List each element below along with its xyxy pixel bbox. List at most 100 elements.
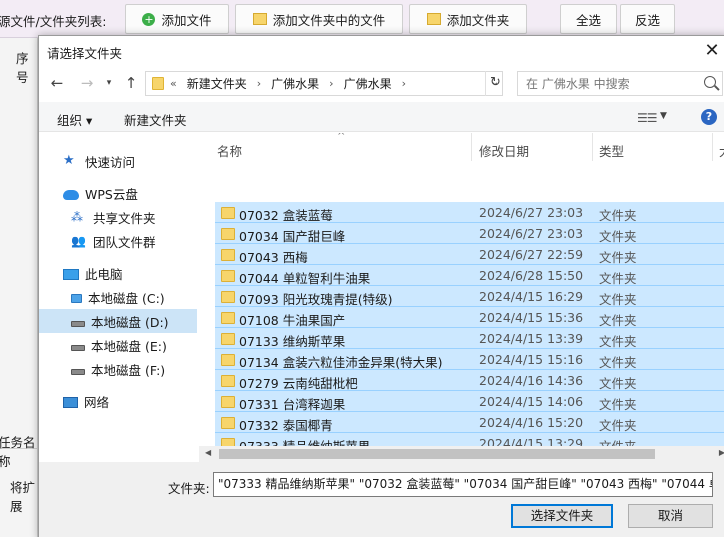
horizontal-scrollbar[interactable]: ◀ ▶ (199, 446, 724, 462)
scroll-left-icon[interactable]: ◀ (205, 448, 211, 457)
chevron-right-icon[interactable]: › (402, 77, 406, 90)
search-icon[interactable] (704, 76, 716, 88)
nav-drive-e[interactable]: 本地磁盘 (E:) (39, 333, 197, 357)
file-date: 2024/6/28 15:50 (479, 268, 584, 283)
bg-side-panel: 序号 任务名称 将扩展 (0, 38, 38, 537)
breadcrumb-item[interactable]: 广佛水果 (271, 75, 319, 92)
refresh-icon[interactable]: ↻ (485, 71, 505, 96)
add-file-button[interactable]: + 添加文件 (125, 4, 229, 34)
column-size[interactable]: 大 (719, 141, 724, 160)
select-folder-button[interactable]: 选择文件夹 (511, 504, 613, 528)
file-row[interactable]: 07134 盒装六粒佳沛金异果(特大果) 2024/4/15 15:16 文件夹 (215, 349, 724, 370)
column-divider[interactable] (471, 133, 472, 161)
pc-icon (63, 268, 79, 280)
column-type[interactable]: 类型 (599, 141, 624, 160)
file-date: 2024/6/27 23:03 (479, 226, 584, 241)
help-icon[interactable]: ? (701, 109, 717, 125)
seq-header: 序号 (16, 51, 29, 85)
search-input[interactable]: 在 广佛水果 中搜索 (517, 71, 723, 96)
nav-label: 此电脑 (85, 266, 123, 282)
back-arrow-icon[interactable]: ← (47, 73, 67, 93)
nav-quick-access[interactable]: ★ 快速访问 (39, 149, 197, 173)
folder-name-input[interactable]: "07333 精品维纳斯苹果" "07032 盒装蓝莓" "07034 国产甜巨… (213, 472, 713, 497)
add-folder-button[interactable]: 添加文件夹 (409, 4, 527, 34)
invert-selection-button[interactable]: 反选 (620, 4, 675, 34)
chevron-down-icon[interactable]: ▼ (660, 111, 667, 121)
view-options-icon[interactable]: ☰☰ (637, 111, 657, 125)
file-row[interactable]: 07133 维纳斯苹果 2024/4/15 13:39 文件夹 (215, 328, 724, 349)
nav-drive-c[interactable]: 本地磁盘 (C:) (39, 285, 197, 309)
column-name[interactable]: 名称 (217, 141, 242, 160)
source-list-label: 源文件/文件夹列表: (0, 14, 107, 29)
file-row[interactable]: 07331 台湾释迦果 2024/4/15 14:06 文件夹 (215, 391, 724, 412)
nav-drive-f[interactable]: 本地磁盘 (F:) (39, 357, 197, 381)
scroll-right-icon[interactable]: ▶ (719, 448, 724, 457)
drive-icon (71, 320, 85, 327)
file-row[interactable]: 07093 阳光玫瑰青提(特级) 2024/4/15 16:29 文件夹 (215, 286, 724, 307)
nav-label: 本地磁盘 (F:) (91, 362, 166, 378)
file-name: 07134 盒装六粒佳沛金异果(特大果) (239, 355, 443, 370)
organize-menu[interactable]: 组织 ▾ (57, 110, 92, 129)
drive-icon (71, 344, 85, 351)
breadcrumb-item[interactable]: 新建文件夹 (187, 75, 247, 92)
cloud-icon (63, 189, 79, 200)
add-file-label: 添加文件 (161, 12, 212, 28)
folder-icon (221, 312, 235, 324)
file-row[interactable]: 07333 精品维纳斯苹果 2024/4/15 13:29 文件夹 (215, 433, 724, 446)
nav-shared-folder[interactable]: ⁂ 共享文件夹 (39, 205, 197, 229)
file-row[interactable]: 07034 国产甜巨峰 2024/6/27 23:03 文件夹 (215, 223, 724, 244)
file-row[interactable]: 07279 云南纯甜枇杷 2024/4/16 14:36 文件夹 (215, 370, 724, 391)
recent-dropdown-icon[interactable]: ▾ (99, 73, 119, 93)
select-all-button[interactable]: 全选 (560, 4, 617, 34)
nav-drive-d[interactable]: 本地磁盘 (D:) (39, 309, 197, 333)
column-divider[interactable] (592, 133, 593, 161)
file-row[interactable]: 07032 盒装蓝莓 2024/6/27 23:03 文件夹 (215, 202, 724, 223)
folder-icon (221, 333, 235, 345)
folder-icon (221, 375, 235, 387)
file-name: 07043 西梅 (239, 250, 308, 265)
column-date[interactable]: 修改日期 (479, 141, 529, 160)
nav-this-pc[interactable]: 此电脑 (39, 261, 197, 285)
nav-label: 本地磁盘 (E:) (91, 338, 167, 354)
address-bar[interactable]: « 新建文件夹 › 广佛水果 › 广佛水果 › (145, 71, 503, 96)
nav-network[interactable]: 网络 (39, 389, 197, 413)
file-name: 07331 台湾释迦果 (239, 397, 346, 412)
file-list: ^ 名称 修改日期 类型 大 07032 盒装蓝莓 2024/6/27 23:03… (207, 133, 724, 446)
file-type: 文件夹 (599, 208, 637, 223)
share-folder-icon: ⁂ (71, 210, 83, 224)
nav-team-folder[interactable]: 👥 团队文件群 (39, 229, 197, 253)
file-row[interactable]: 07332 泰国椰青 2024/4/16 15:20 文件夹 (215, 412, 724, 433)
navigation-pane: ★ 快速访问 WPS云盘 ⁂ 共享文件夹 👥 团队文件群 此电脑 本地磁盘 (C… (39, 133, 199, 449)
file-row[interactable]: 07043 西梅 2024/6/27 22:59 文件夹 (215, 244, 724, 265)
column-divider[interactable] (712, 133, 713, 161)
chevron-right-icon[interactable]: › (257, 77, 261, 90)
file-name: 07333 精品维纳斯苹果 (239, 436, 370, 446)
folder-icon (221, 270, 235, 282)
cancel-button[interactable]: 取消 (628, 504, 713, 528)
file-name: 07044 单粒智利牛油果 (239, 271, 371, 286)
add-folder-files-button[interactable]: 添加文件夹中的文件 (235, 4, 403, 34)
task-name-label: 任务名称 (0, 435, 36, 469)
nav-label: 快速访问 (85, 154, 136, 170)
up-arrow-icon[interactable]: ↑ (121, 73, 141, 93)
close-icon[interactable]: ✕ (701, 40, 723, 62)
nav-label: 共享文件夹 (93, 210, 156, 226)
column-header: ^ 名称 修改日期 类型 大 (207, 133, 724, 163)
file-row[interactable]: 07108 牛油果国产 2024/4/15 15:36 文件夹 (215, 307, 724, 328)
scrollbar-thumb[interactable] (219, 449, 655, 459)
dialog-titlebar: 请选择文件夹 ✕ (39, 36, 724, 67)
file-row[interactable]: 07044 单粒智利牛油果 2024/6/28 15:50 文件夹 (215, 265, 724, 286)
folder-icon (221, 228, 235, 240)
bg-toolbar: 源文件/文件夹列表: + 添加文件 添加文件夹中的文件 添加文件夹 全选 反选 (0, 0, 724, 38)
nav-wps-cloud[interactable]: WPS云盘 (39, 181, 197, 205)
new-folder-button[interactable]: 新建文件夹 (124, 110, 187, 129)
forward-arrow-icon[interactable]: → (77, 73, 97, 93)
team-icon: 👥 (71, 234, 86, 248)
drive-c-icon (71, 294, 82, 303)
file-name: 07032 盒装蓝莓 (239, 208, 333, 223)
chevron-right-icon[interactable]: › (329, 77, 333, 90)
command-bar: 组织 ▾ 新建文件夹 ☰☰ ▼ ? (39, 102, 724, 132)
address-overflow[interactable]: « (170, 77, 177, 90)
breadcrumb-item[interactable]: 广佛水果 (344, 75, 392, 92)
navigation-bar: ← → ▾ ↑ « 新建文件夹 › 广佛水果 › 广佛水果 › ⌄ ↻ 在 广佛… (39, 69, 724, 99)
